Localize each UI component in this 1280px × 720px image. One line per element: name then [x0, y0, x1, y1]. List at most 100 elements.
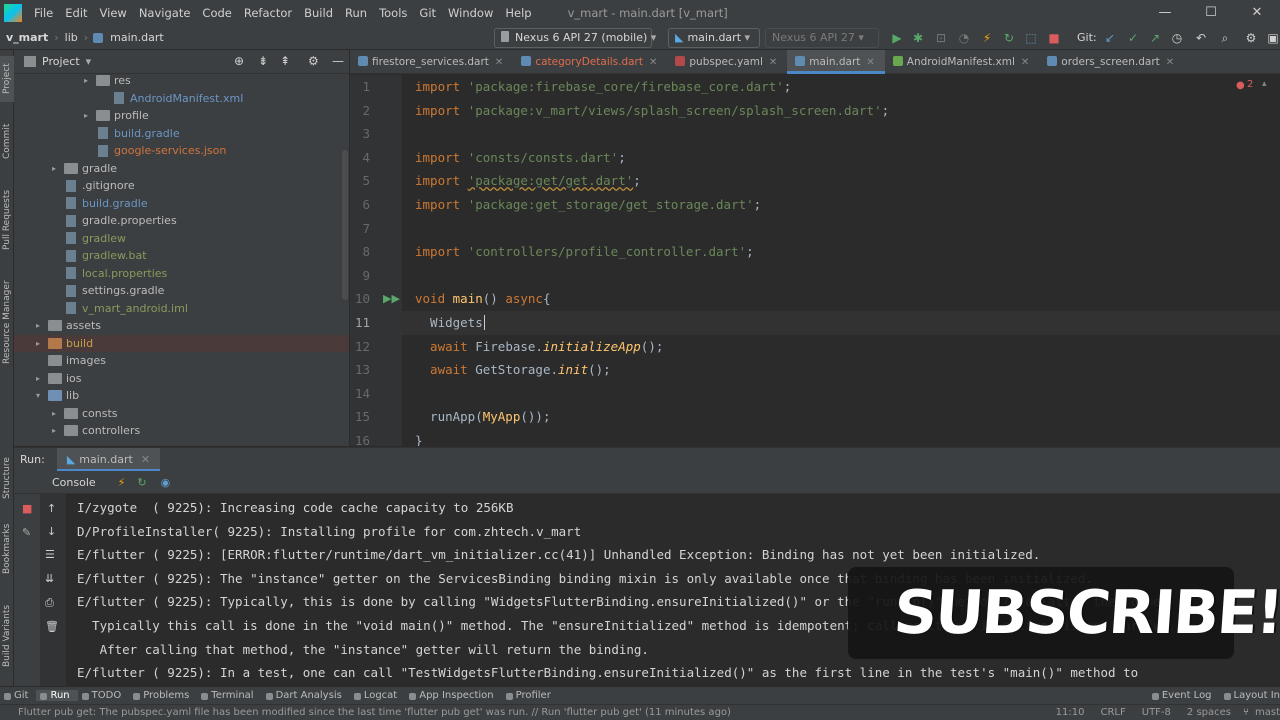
run-gutter-icon[interactable]: ▶▶: [383, 292, 400, 305]
error-icon[interactable]: ●: [1236, 80, 1245, 91]
tool-event-log[interactable]: Event Log: [1148, 690, 1220, 701]
code-line[interactable]: void main() async{: [415, 287, 551, 311]
project-tree-item[interactable]: ▾ lib: [36, 387, 79, 405]
editor-tab[interactable]: AndroidManifest.xml ✕: [885, 50, 1040, 74]
project-tree-item[interactable]: gradlew: [52, 230, 126, 248]
indent-setting[interactable]: 2 spaces: [1179, 707, 1239, 718]
chevron-down-icon[interactable]: ▾: [86, 55, 92, 68]
project-tree-item[interactable]: ▸ build: [14, 334, 349, 353]
tool-dart-analysis[interactable]: Dart Analysis: [262, 690, 350, 701]
tool-tab-resource-manager[interactable]: Resource Manager: [0, 272, 14, 372]
chevron-right-icon[interactable]: ▸: [52, 405, 64, 423]
chevron-right-icon[interactable]: ▸: [36, 335, 48, 353]
code-line[interactable]: }: [415, 429, 423, 446]
chevron-right-icon[interactable]: ▸: [84, 107, 96, 125]
close-icon[interactable]: ✕: [1234, 0, 1280, 26]
code-editor[interactable]: 1 2 3 4 5 6 7 8 9 10 11 12 13 14 15 16 import 'package:…: [350, 75, 1280, 446]
project-tree-item[interactable]: v_mart_android.iml: [52, 300, 188, 318]
console-line[interactable]: D/ProfileInstaller( 9225): Installing pr…: [77, 520, 581, 544]
menu-window[interactable]: Window: [442, 6, 499, 20]
hot-reload-icon[interactable]: ⚡: [980, 31, 994, 45]
project-tree-item[interactable]: gradlew.bat: [52, 247, 147, 265]
menu-edit[interactable]: Edit: [59, 6, 93, 20]
tool-tab-build-variants[interactable]: Build Variants: [0, 602, 14, 670]
project-tree-item[interactable]: gradle.properties: [52, 212, 177, 230]
minimize-icon[interactable]: —: [1142, 0, 1188, 26]
project-tree-item[interactable]: ▸ ios: [36, 370, 82, 388]
target-selector[interactable]: Nexus 6 API 27 ▾: [765, 28, 879, 48]
tool-profiler[interactable]: Profiler: [502, 690, 559, 701]
menu-git[interactable]: Git: [413, 6, 442, 20]
close-icon[interactable]: ✕: [495, 57, 503, 68]
project-tree-item[interactable]: build.gradle: [84, 125, 180, 143]
chevron-right-icon[interactable]: ▸: [52, 160, 64, 178]
coverage-icon[interactable]: ⊡: [934, 31, 948, 45]
tool-git[interactable]: Git: [0, 690, 36, 701]
hot-restart-icon[interactable]: ↻: [1002, 31, 1016, 45]
hot-restart-icon[interactable]: ↻: [137, 476, 146, 489]
project-tree-item[interactable]: local.properties: [52, 265, 167, 283]
devtools-icon[interactable]: ◉: [161, 476, 171, 489]
menu-navigate[interactable]: Navigate: [133, 6, 197, 20]
soft-wrap-icon[interactable]: ☰: [45, 548, 55, 561]
git-update-icon[interactable]: ↙: [1103, 31, 1117, 45]
chevron-down-icon[interactable]: ▾: [36, 387, 48, 405]
arrow-down-icon[interactable]: ↓: [47, 525, 56, 538]
chevron-right-icon[interactable]: ▸: [52, 422, 64, 440]
editor-tab[interactable]: firestore_services.dart ✕: [350, 50, 513, 74]
project-scrollbar[interactable]: [342, 150, 348, 300]
editor-tab[interactable]: orders_screen.dart ✕: [1039, 50, 1184, 74]
stop-icon[interactable]: ■: [1047, 31, 1061, 45]
rollback-icon[interactable]: ↶: [1194, 31, 1208, 45]
chevron-right-icon[interactable]: ▸: [36, 317, 48, 335]
tool-run[interactable]: Run: [36, 690, 78, 701]
close-icon[interactable]: ✕: [141, 453, 150, 466]
close-icon[interactable]: ✕: [866, 57, 874, 68]
tool-tab-project[interactable]: Project: [0, 56, 14, 102]
run-tab-main[interactable]: ◣ main.dart ✕: [56, 448, 161, 471]
device-selector[interactable]: Nexus 6 API 27 (mobile) ▾: [494, 28, 656, 48]
code-line[interactable]: Widgets: [415, 311, 485, 335]
file-encoding[interactable]: UTF-8: [1134, 707, 1179, 718]
attach-debugger-icon[interactable]: ⬚: [1024, 31, 1038, 45]
project-tree-item[interactable]: ▸ assets: [36, 317, 101, 335]
chevron-right-icon[interactable]: ▸: [36, 370, 48, 388]
tool-problems[interactable]: Problems: [129, 690, 197, 701]
status-message[interactable]: Flutter pub get: The pubspec.yaml file h…: [18, 707, 731, 718]
expand-all-icon[interactable]: ⇟: [258, 54, 268, 68]
project-tree-item[interactable]: ▸ consts: [52, 405, 118, 423]
hide-panel-icon[interactable]: —: [332, 54, 344, 68]
code-line[interactable]: import 'controllers/profile_controller.d…: [415, 240, 754, 264]
project-tree-item[interactable]: settings.gradle: [52, 282, 164, 300]
project-tree-item[interactable]: ▸ profile: [84, 107, 149, 125]
tool-tab-structure[interactable]: Structure: [0, 452, 14, 504]
collapse-all-icon[interactable]: ⇞: [280, 54, 290, 68]
scroll-to-end-icon[interactable]: ⇊: [45, 572, 54, 585]
line-separator[interactable]: CRLF: [1092, 707, 1133, 718]
menu-tools[interactable]: Tools: [373, 6, 413, 20]
git-push-icon[interactable]: ↗: [1148, 31, 1162, 45]
editor-tab[interactable]: pubspec.yaml ✕: [667, 50, 787, 74]
debug-icon[interactable]: ✱: [911, 31, 925, 45]
console-line[interactable]: After calling that method, the "instance…: [77, 638, 649, 662]
project-tree-item[interactable]: ▸ gradle: [52, 160, 117, 178]
code-line[interactable]: runApp(MyApp());: [415, 405, 550, 429]
breadcrumb-lib[interactable]: lib: [61, 31, 82, 44]
editor-tab[interactable]: main.dart ✕: [787, 49, 885, 74]
close-icon[interactable]: ✕: [769, 57, 777, 68]
git-branch[interactable]: mast: [1253, 707, 1280, 718]
code-line[interactable]: import 'package:get/get.dart';: [415, 169, 641, 193]
tool-terminal[interactable]: Terminal: [197, 690, 261, 701]
git-commit-icon[interactable]: ✓: [1126, 31, 1140, 45]
chevron-up-icon[interactable]: ▴: [1262, 79, 1267, 89]
code-line[interactable]: import 'package:get_storage/get_storage.…: [415, 193, 761, 217]
maximize-icon[interactable]: ☐: [1188, 0, 1234, 26]
code-line[interactable]: import 'consts/consts.dart';: [415, 146, 626, 170]
tool-layout-inspector[interactable]: Layout In: [1220, 690, 1280, 701]
console-line[interactable]: I/zygote ( 9225): Increasing code cache …: [77, 496, 514, 520]
project-tree-item[interactable]: google-services.json: [84, 142, 226, 160]
menu-run[interactable]: Run: [339, 6, 373, 20]
editor-tab[interactable]: categoryDetails.dart ✕: [513, 50, 667, 74]
settings-icon[interactable]: ⚙: [1244, 31, 1258, 45]
tool-app-inspection[interactable]: App Inspection: [405, 690, 501, 701]
